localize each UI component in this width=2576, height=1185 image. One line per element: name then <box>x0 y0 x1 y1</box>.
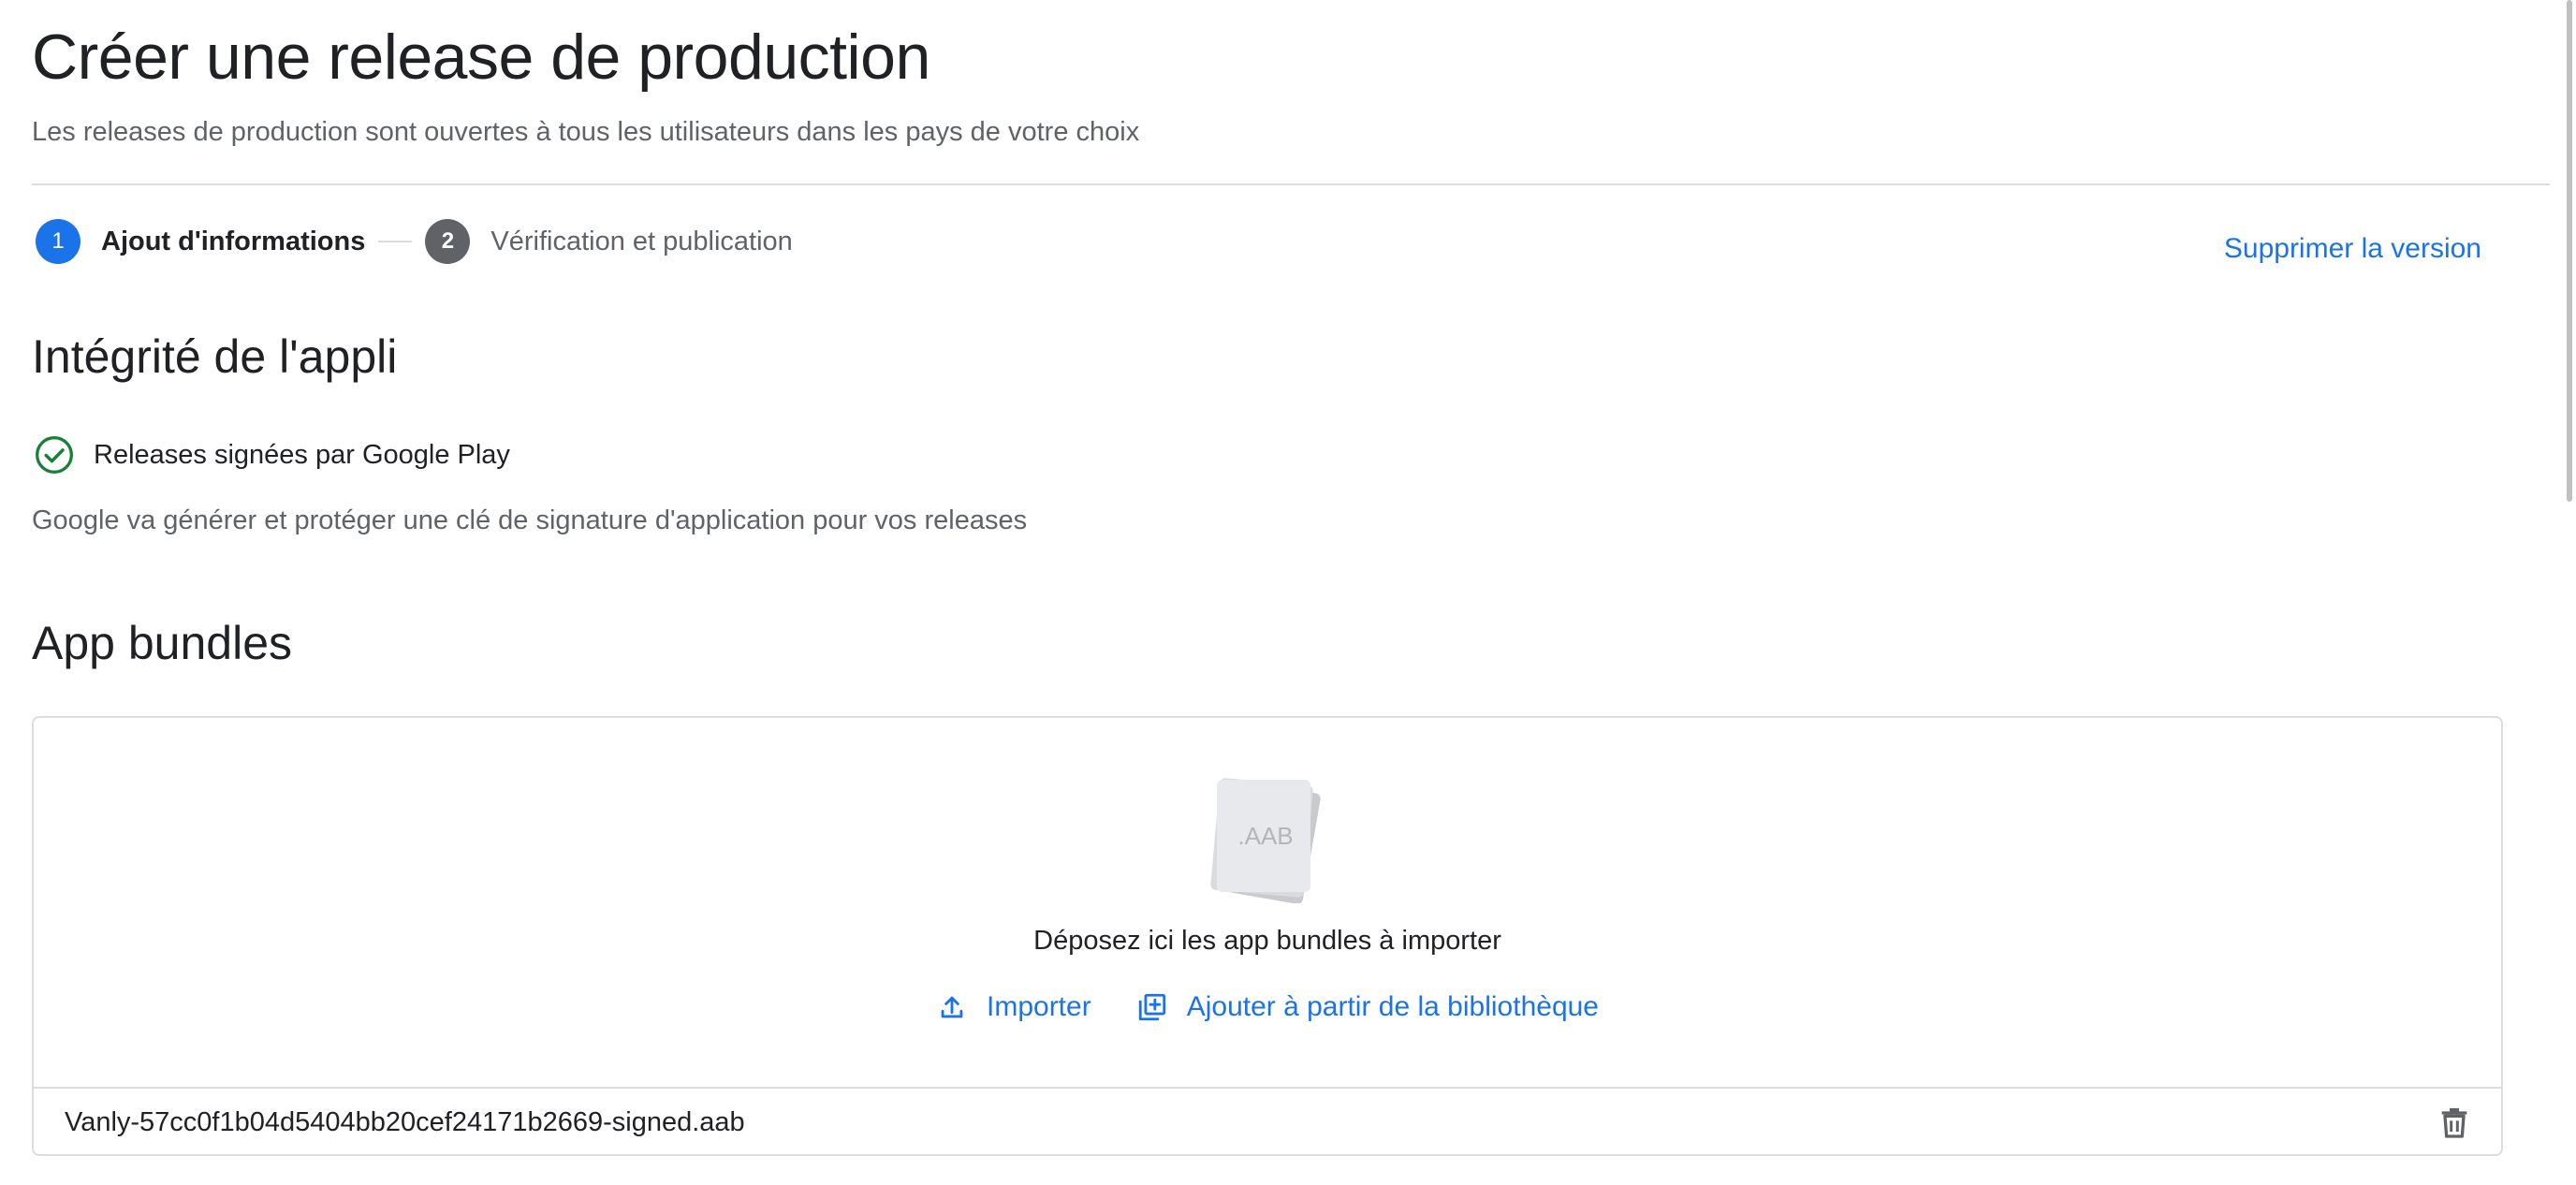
add-from-library-button[interactable]: Ajouter à partir de la bibliothèque <box>1136 991 1599 1023</box>
aab-file-icon: .AAB <box>1210 778 1321 903</box>
dropzone-instructions: Déposez ici les app bundles à importer <box>1033 926 1501 956</box>
page-scrollbar[interactable] <box>2565 0 2576 1185</box>
bundle-file-row: Vanly-57cc0f1b04d5404bb20cef24171b2669-s… <box>34 1087 2501 1156</box>
step-2-label: Vérification et publication <box>490 226 793 256</box>
import-button-label: Importer <box>987 991 1091 1022</box>
stepper: 1 Ajout d'informations 2 Vérification et… <box>36 219 793 264</box>
bundle-file-name: Vanly-57cc0f1b04d5404bb20cef24171b2669-s… <box>65 1106 745 1137</box>
step-connector <box>378 241 413 242</box>
page-title: Créer une release de production <box>32 22 930 93</box>
app-bundle-dropzone[interactable]: .AAB Déposez ici les app bundles à impor… <box>32 716 2503 1156</box>
step-1-number: 1 <box>36 219 80 264</box>
step-2-number: 2 <box>425 219 471 264</box>
signing-description: Google va générer et protéger une clé de… <box>32 505 1028 535</box>
signing-status: Releases signées par Google Play <box>34 434 510 475</box>
header-divider <box>32 183 2550 185</box>
scrollbar-thumb[interactable] <box>2567 0 2572 502</box>
signing-status-label: Releases signées par Google Play <box>94 439 510 470</box>
check-circle-icon <box>36 436 73 474</box>
upload-actions: Importer Ajouter à partir de la biblioth… <box>34 991 2501 1023</box>
add-from-library-label: Ajouter à partir de la bibliothèque <box>1186 991 1599 1022</box>
delete-version-link[interactable]: Supprimer la version <box>2224 233 2481 265</box>
step-1-label: Ajout d'informations <box>101 226 366 256</box>
library-add-icon <box>1138 993 1165 1021</box>
import-button[interactable]: Importer <box>936 991 1091 1023</box>
app-bundles-section-title: App bundles <box>32 617 293 669</box>
integrity-section-title: Intégrité de l'appli <box>32 330 398 383</box>
upload-icon <box>941 996 963 1018</box>
aab-graphic-label: .AAB <box>1237 822 1293 850</box>
trash-icon[interactable] <box>2436 1104 2473 1141</box>
page-subtitle: Les releases de production sont ouvertes… <box>32 117 1140 147</box>
